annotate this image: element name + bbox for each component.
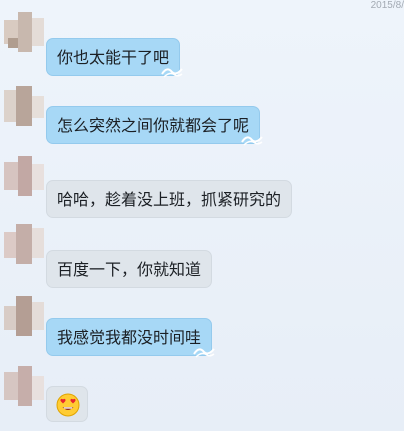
wave-decoration-icon bbox=[193, 348, 215, 358]
chat-window: 2015/8/ 你也太能干了吧 怎么突然之间你就都会了呢 哈哈，趁着没上班，抓紧… bbox=[0, 0, 404, 431]
wave-decoration-icon bbox=[241, 136, 263, 146]
message-text: 我感觉我都没时间哇 bbox=[57, 328, 202, 347]
message-bubble[interactable]: 你也太能干了吧 bbox=[46, 38, 183, 78]
message-timestamp: 2015/8/ bbox=[370, 0, 404, 11]
message-text: 哈哈，趁着没上班，抓紧研究的 bbox=[57, 190, 282, 209]
message-text: 百度一下，你就知道 bbox=[57, 260, 202, 279]
message-bubble[interactable]: 我感觉我都没时间哇 bbox=[46, 318, 215, 358]
heart-eyes-emoji-icon bbox=[56, 393, 80, 417]
message-bubble[interactable]: 哈哈，趁着没上班，抓紧研究的 bbox=[46, 180, 293, 218]
message-bubble[interactable]: 百度一下，你就知道 bbox=[46, 250, 213, 288]
message-bubble[interactable]: 怎么突然之间你就都会了呢 bbox=[46, 106, 263, 146]
message-bubble[interactable] bbox=[46, 386, 88, 422]
message-text: 你也太能干了吧 bbox=[57, 48, 170, 67]
message-text: 怎么突然之间你就都会了呢 bbox=[57, 116, 250, 135]
wave-decoration-icon bbox=[161, 68, 183, 78]
avatar[interactable] bbox=[4, 86, 44, 126]
avatar[interactable] bbox=[4, 366, 44, 406]
avatar[interactable] bbox=[4, 296, 44, 336]
avatar[interactable] bbox=[4, 224, 44, 264]
avatar[interactable] bbox=[4, 12, 44, 52]
avatar[interactable] bbox=[4, 156, 44, 196]
